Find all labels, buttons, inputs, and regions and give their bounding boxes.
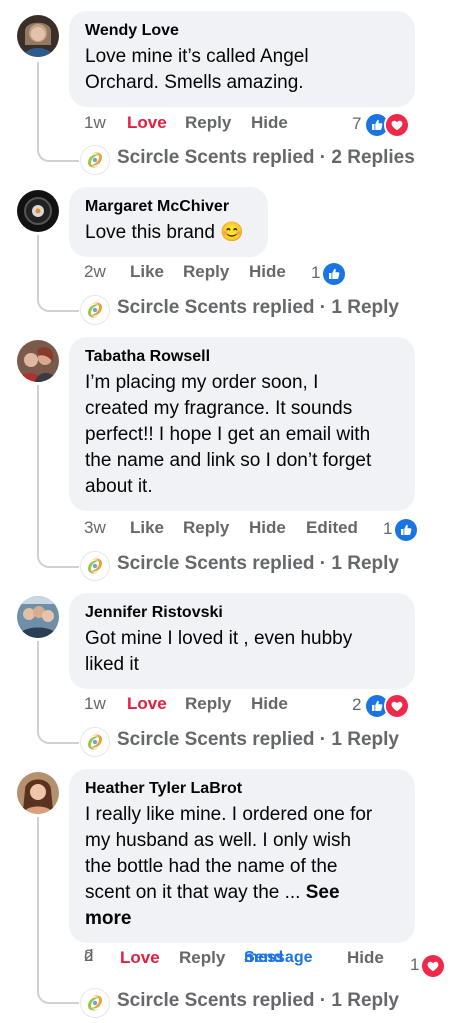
heart-icon xyxy=(384,693,410,719)
comment-author[interactable]: Heather Tyler LaBrot xyxy=(85,779,399,799)
comment-text-line: the name and link so I don’t forget xyxy=(85,450,372,471)
reply-button[interactable]: Reply xyxy=(185,113,231,133)
comment-actions: 1w Love Reply Hide xyxy=(84,113,344,137)
reaction-summary[interactable]: 7 xyxy=(352,112,414,138)
like-icon xyxy=(321,261,347,287)
hide-button[interactable]: Hide xyxy=(249,262,286,282)
comment-bubble: Wendy Love Love mine it’s called Angel O… xyxy=(69,11,415,107)
comment-text-line: about it. xyxy=(85,476,153,497)
edited-label[interactable]: Edited xyxy=(306,518,358,538)
avatar[interactable] xyxy=(17,190,59,232)
scircle-scents-logo-icon xyxy=(80,988,110,1018)
comment-text-line: I’m placing my order soon, I xyxy=(85,372,319,393)
scircle-scents-logo-icon xyxy=(80,727,110,757)
reaction-summary[interactable]: 1 xyxy=(311,261,351,287)
hide-button[interactable]: Hide xyxy=(251,694,288,714)
comment-actions: 2d Love Reply Send message Hide xyxy=(84,946,414,986)
reply-button[interactable]: Reply xyxy=(183,262,229,282)
comment-author[interactable]: Tabatha Rowsell xyxy=(85,347,399,367)
love-button[interactable]: Love xyxy=(127,113,167,133)
avatar[interactable] xyxy=(17,340,59,382)
comment-author[interactable]: Margaret McChiver xyxy=(85,197,252,217)
replies-summary-text[interactable]: Scircle Scents replied · 1 Reply xyxy=(117,297,399,319)
avatar[interactable] xyxy=(17,772,59,814)
send-message-part: message xyxy=(244,949,313,966)
comment-text-line: scent on it that way the ... See xyxy=(85,880,399,906)
comment-bubble: Jennifer Ristovski Got mine I loved it ,… xyxy=(69,593,415,689)
hide-button[interactable]: Hide xyxy=(249,518,286,538)
thread-connector xyxy=(37,62,79,162)
heart-icon xyxy=(384,112,410,138)
comment-text-line: my husband as well. I only wish xyxy=(85,830,352,851)
love-button[interactable]: Love xyxy=(120,948,160,968)
comment-text-fragment: scent on it that way the ... xyxy=(85,882,306,903)
reaction-count: 2 xyxy=(352,695,362,714)
comment-text: Love mine it’s called Angel Orchard. Sme… xyxy=(85,44,399,96)
reaction-summary[interactable]: 1 xyxy=(383,517,423,543)
reaction-summary[interactable]: 1 xyxy=(410,953,450,979)
comment-text: I really like mine. I ordered one for my… xyxy=(85,802,399,932)
replies-summary-text[interactable]: Scircle Scents replied · 1 Reply xyxy=(117,990,399,1012)
avatar[interactable] xyxy=(17,596,59,638)
thread-connector xyxy=(37,817,79,1004)
comment-time[interactable]: 3w xyxy=(84,518,106,538)
comment-text-line: Orchard. Smells amazing. xyxy=(85,72,304,93)
like-button[interactable]: Like xyxy=(130,262,164,282)
replies-summary[interactable]: Scircle Scents replied · 1 Reply xyxy=(80,551,460,581)
replies-summary-text[interactable]: Scircle Scents replied · 1 Reply xyxy=(117,553,399,575)
comment-text: I’m placing my order soon, I created my … xyxy=(85,370,399,500)
like-button[interactable]: Like xyxy=(130,518,164,538)
comment-time[interactable]: 2w xyxy=(84,262,106,282)
reaction-summary[interactable]: 2 xyxy=(352,693,414,719)
comment-actions: 1w Love Reply Hide xyxy=(84,694,344,718)
comment-text: Got mine I loved it , even hubby liked i… xyxy=(85,626,399,678)
comment-bubble: Tabatha Rowsell I’m placing my order soo… xyxy=(69,337,415,511)
comment-text-line: liked it xyxy=(85,654,139,675)
reply-button[interactable]: Reply xyxy=(179,948,225,968)
comment-text-line: the bottle had the name of the xyxy=(85,856,338,877)
comment-text-line: perfect!! I hope I get an email with xyxy=(85,424,371,445)
love-button[interactable]: Love xyxy=(127,694,167,714)
comment-text-line: Got mine I loved it , even hubby xyxy=(85,628,353,649)
like-icon xyxy=(393,517,419,543)
thread-connector xyxy=(37,385,79,568)
comment-time[interactable]: 1w xyxy=(84,113,106,133)
comment-text: Love this brand 😊 xyxy=(85,220,252,246)
avatar[interactable] xyxy=(17,15,59,57)
replies-summary-text[interactable]: Scircle Scents replied · 1 Reply xyxy=(117,729,399,751)
replies-summary[interactable]: Scircle Scents replied · 2 Replies xyxy=(80,145,460,175)
reaction-count: 7 xyxy=(352,114,362,133)
comment-actions: 2w Like Reply Hide xyxy=(84,262,324,286)
comment-author[interactable]: Jennifer Ristovski xyxy=(85,603,399,623)
reaction-count: 1 xyxy=(311,263,321,282)
see-more-link[interactable]: more xyxy=(85,906,399,932)
hide-button[interactable]: Hide xyxy=(347,948,384,968)
comment-text-line: Love this brand 😊 xyxy=(85,222,244,243)
scircle-scents-logo-icon xyxy=(80,295,110,325)
comment-text-line: I really like mine. I ordered one for xyxy=(85,804,373,825)
reaction-count: 1 xyxy=(410,955,420,974)
replies-summary-text[interactable]: Scircle Scents replied · 2 Replies xyxy=(117,147,415,169)
reply-button[interactable]: Reply xyxy=(185,694,231,714)
reaction-count: 1 xyxy=(383,519,393,538)
scircle-scents-logo-icon xyxy=(80,145,110,175)
hide-button[interactable]: Hide xyxy=(251,113,288,133)
replies-summary[interactable]: Scircle Scents replied · 1 Reply xyxy=(80,727,460,757)
reply-button[interactable]: Reply xyxy=(183,518,229,538)
scircle-scents-logo-icon xyxy=(80,551,110,581)
replies-summary[interactable]: Scircle Scents replied · 1 Reply xyxy=(80,295,460,325)
comment-time-part: d xyxy=(84,946,94,965)
comment-bubble: Margaret McChiver Love this brand 😊 xyxy=(69,187,268,257)
thread-connector xyxy=(37,235,79,312)
comment-text-line: created my fragrance. It sounds xyxy=(85,398,353,419)
replies-summary[interactable]: Scircle Scents replied · 1 Reply xyxy=(80,988,460,1018)
comment-time[interactable]: 1w xyxy=(84,694,106,714)
comment-bubble: Heather Tyler LaBrot I really like mine.… xyxy=(69,769,415,943)
comment-text-line: Love mine it’s called Angel xyxy=(85,46,309,67)
thread-connector xyxy=(37,641,79,744)
comment-author[interactable]: Wendy Love xyxy=(85,21,399,41)
heart-icon xyxy=(420,953,446,979)
comment-actions: 3w Like Reply Hide Edited xyxy=(84,518,384,542)
see-more-link[interactable]: See xyxy=(306,882,340,903)
